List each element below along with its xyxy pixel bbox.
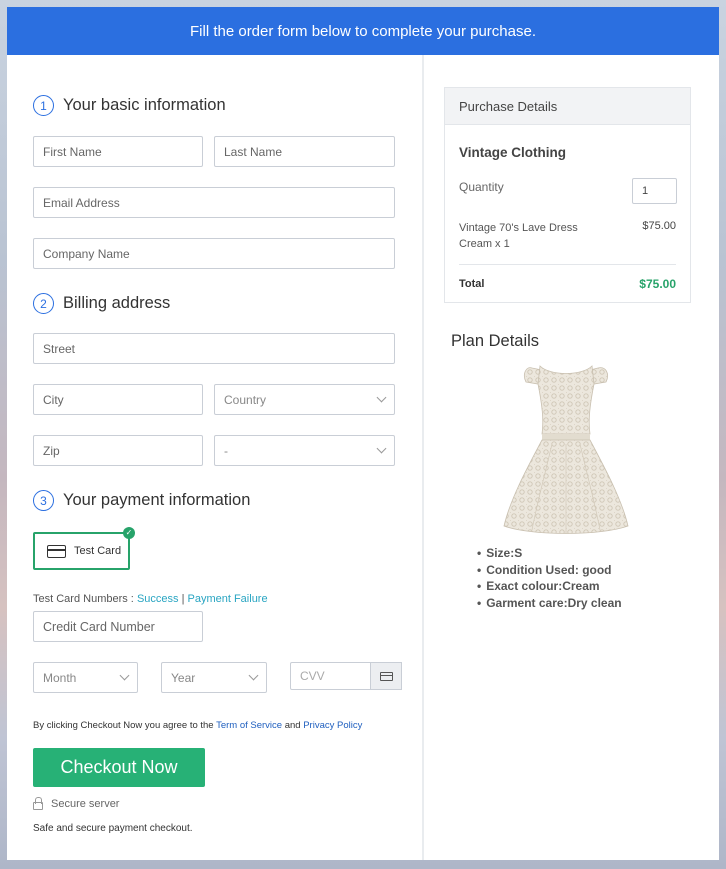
payment-method-test-card[interactable]: Test Card ✓ — [33, 527, 135, 570]
dress-image — [503, 365, 629, 534]
step-billing: 2 Billing address — [33, 293, 170, 314]
line-item-name: Vintage 70's Lave Dress Cream x 1 — [459, 220, 578, 252]
link-separator: | — [181, 593, 185, 605]
step-title-payment: Your payment information — [63, 491, 251, 509]
feature-condition: Condition Used: good — [477, 562, 622, 579]
city-input[interactable]: City — [33, 384, 203, 415]
secure-server: Secure server — [33, 797, 120, 810]
top-banner: Fill the order form below to complete yo… — [7, 7, 719, 55]
terms-and: and — [284, 720, 301, 731]
privacy-policy-link[interactable]: Privacy Policy — [303, 720, 362, 731]
state-select-value: - — [224, 443, 228, 458]
lock-icon — [33, 797, 43, 810]
step-number-2: 2 — [33, 293, 54, 314]
order-form: 1 Your basic information First Name Last… — [7, 55, 422, 860]
feature-colour: Exact colour:Cream — [477, 578, 622, 595]
credit-card-icon — [379, 671, 393, 681]
purchase-details-header: Purchase Details — [445, 88, 690, 125]
cvv-help-button[interactable] — [371, 662, 402, 690]
plan-features-list: Size:S Condition Used: good Exact colour… — [477, 545, 622, 612]
step-number-1: 1 — [33, 95, 54, 116]
test-card-numbers-label: Test Card Numbers : — [33, 593, 134, 605]
chevron-down-icon — [119, 670, 130, 681]
product-name: Vintage Clothing — [459, 145, 566, 160]
purchase-details-box: Purchase Details Vintage Clothing Quanti… — [444, 87, 691, 303]
secure-server-label: Secure server — [51, 798, 120, 810]
test-card-numbers: Test Card Numbers : Success | Payment Fa… — [33, 593, 268, 605]
quantity-input[interactable]: 1 — [632, 178, 677, 204]
terms-of-service-link[interactable]: Term of Service — [216, 720, 282, 731]
plan-details-title: Plan Details — [451, 332, 540, 350]
product-image — [502, 360, 630, 538]
check-icon: ✓ — [123, 527, 135, 539]
checkout-now-button[interactable]: Checkout Now — [33, 748, 205, 787]
country-select[interactable]: Country — [214, 384, 395, 415]
cvv-input[interactable]: CVV — [290, 662, 371, 690]
step-title-basic: Your basic information — [63, 96, 226, 114]
total-value: $75.00 — [639, 277, 676, 291]
payment-method-label: Test Card — [74, 545, 122, 557]
email-input[interactable]: Email Address — [33, 187, 395, 218]
terms-prefix: By clicking Checkout Now you agree to th… — [33, 720, 214, 731]
step-number-3: 3 — [33, 490, 54, 511]
terms-text: By clicking Checkout Now you agree to th… — [33, 720, 362, 731]
safe-checkout-text: Safe and secure payment checkout. — [33, 823, 193, 834]
order-summary: Purchase Details Vintage Clothing Quanti… — [424, 55, 719, 860]
success-link[interactable]: Success — [137, 593, 179, 605]
credit-card-number-input[interactable]: Credit Card Number — [33, 611, 203, 642]
step-payment: 3 Your payment information — [33, 490, 250, 511]
summary-divider — [459, 264, 676, 265]
month-select[interactable]: Month — [33, 662, 138, 693]
chevron-down-icon — [248, 670, 259, 681]
chevron-down-icon — [376, 443, 387, 454]
street-input[interactable]: Street — [33, 333, 395, 364]
step-title-billing: Billing address — [63, 294, 171, 312]
year-select-value: Year — [171, 670, 196, 685]
checkout-page: Fill the order form below to complete yo… — [7, 7, 719, 860]
payment-failure-link[interactable]: Payment Failure — [188, 593, 268, 605]
company-input[interactable]: Company Name — [33, 238, 395, 269]
feature-size: Size:S — [477, 545, 622, 562]
feature-care: Garment care:Dry clean — [477, 595, 621, 612]
total-label: Total — [459, 278, 485, 290]
line-item-price: $75.00 — [642, 220, 676, 232]
chevron-down-icon — [376, 392, 387, 403]
quantity-label: Quantity — [459, 180, 504, 194]
country-select-value: Country — [224, 392, 267, 407]
month-select-value: Month — [43, 670, 77, 685]
state-select[interactable]: - — [214, 435, 395, 466]
zip-input[interactable]: Zip — [33, 435, 203, 466]
year-select[interactable]: Year — [161, 662, 267, 693]
step-basic-info: 1 Your basic information — [33, 95, 226, 116]
line-item-name-2: Cream x 1 — [459, 238, 510, 250]
first-name-input[interactable]: First Name — [33, 136, 203, 167]
line-item-name-1: Vintage 70's Lave Dress — [459, 222, 578, 234]
last-name-input[interactable]: Last Name — [214, 136, 395, 167]
credit-card-icon — [47, 544, 66, 558]
